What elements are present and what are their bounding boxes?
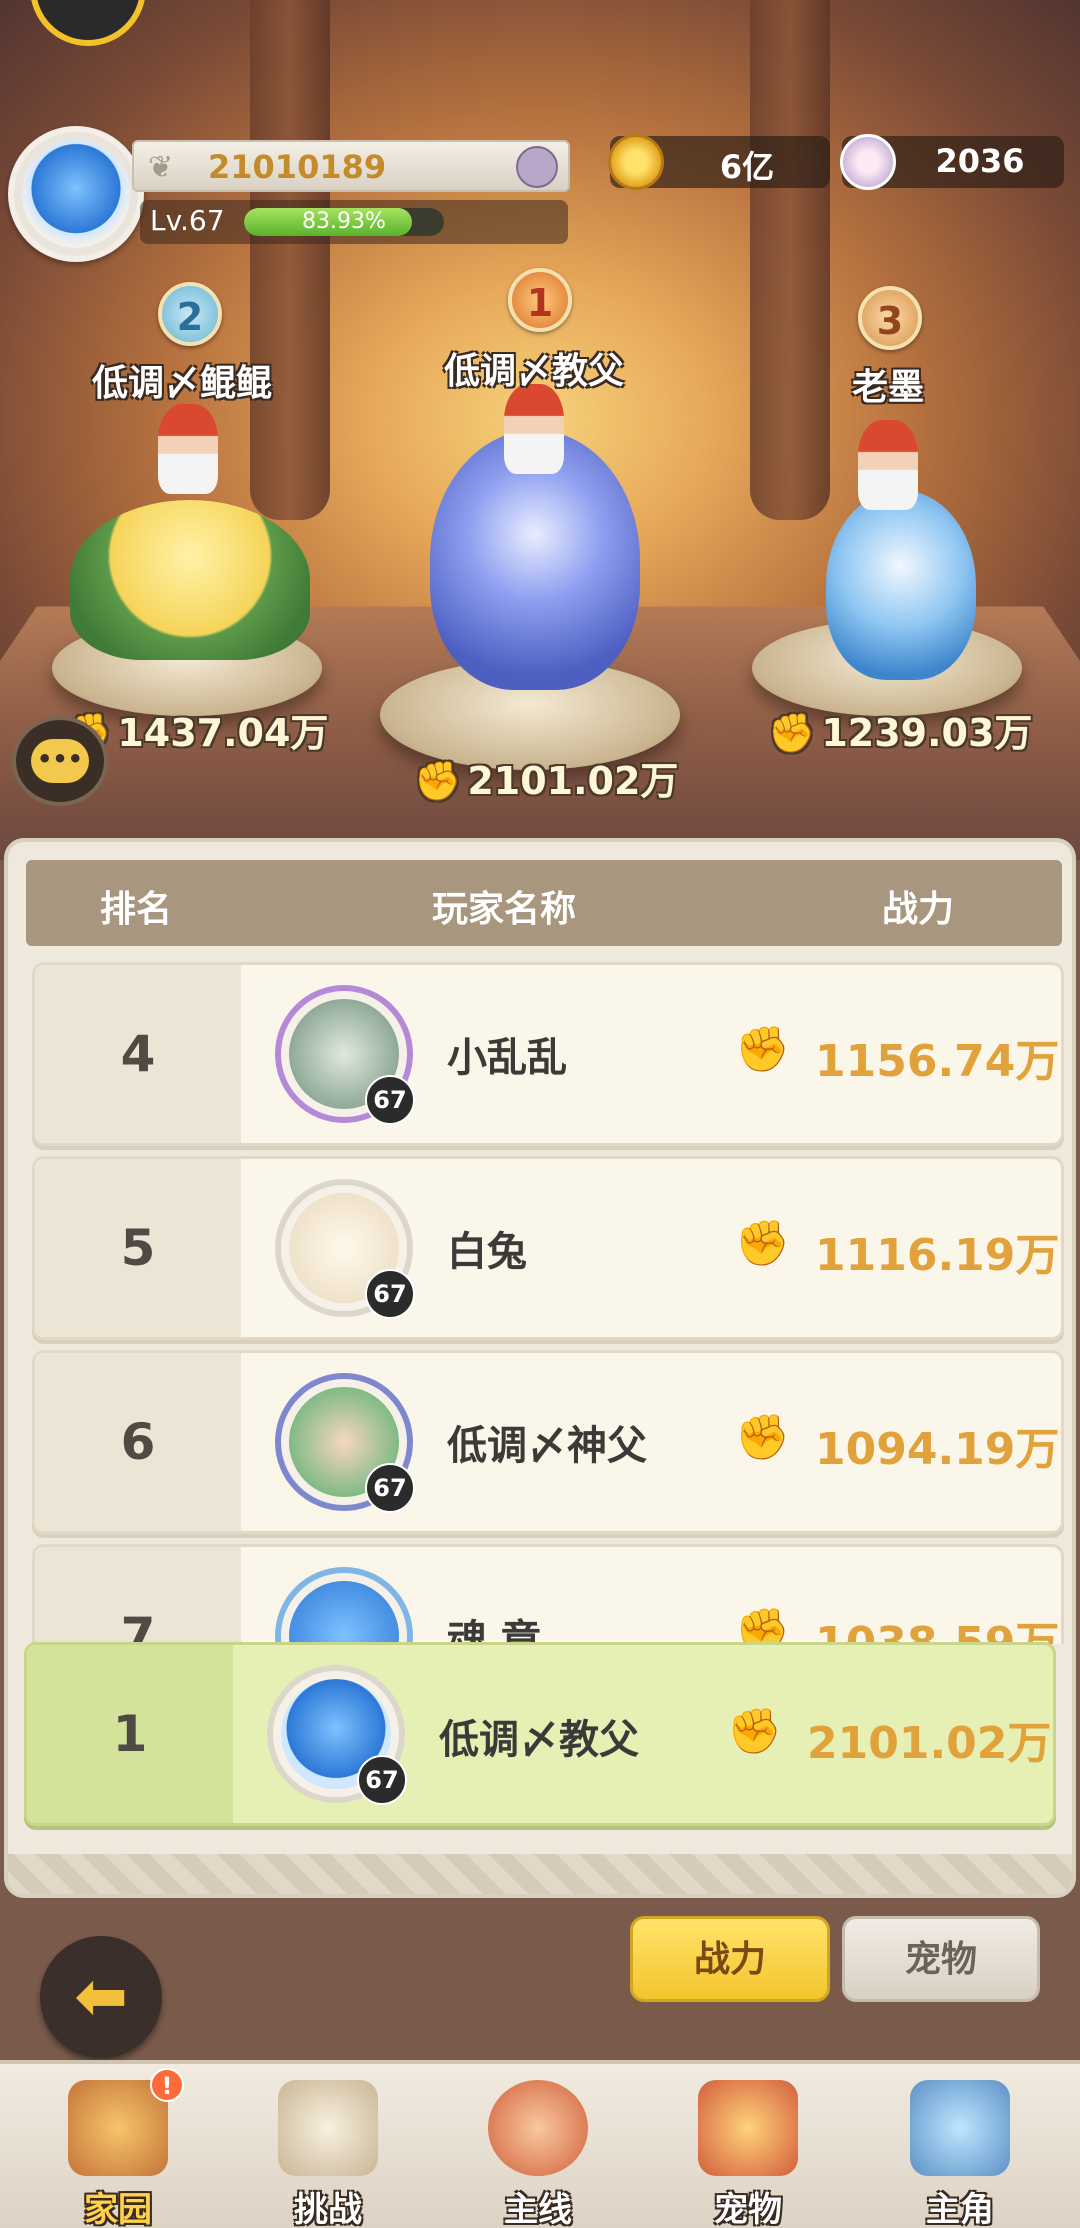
podium-name-1: 低调〆教父: [444, 351, 625, 392]
player-id: 21010189: [208, 148, 387, 186]
nav-home-label: 家园: [84, 2190, 152, 2228]
fist-icon: ✊: [735, 1024, 790, 1075]
nav-pet[interactable]: 宠物: [668, 2072, 828, 2228]
role-icon: [910, 2080, 1010, 2176]
player-power: 1156.74万: [815, 1036, 1060, 1087]
cave-pillar: [250, 0, 330, 520]
avatar-image: [289, 1581, 399, 1644]
table-row[interactable]: 4 67 小乱乱 ✊ 1156.74万: [32, 962, 1064, 1146]
gold-coin-icon: [608, 134, 664, 190]
pet-mount-2[interactable]: [70, 500, 310, 660]
tab-power[interactable]: 战力: [630, 1916, 830, 2002]
player-name: 小乱乱: [447, 1035, 567, 1081]
podium-power-1: ✊ 2101.02万: [414, 750, 678, 805]
fist-icon: ✊: [727, 1706, 782, 1757]
back-button[interactable]: ⬅: [40, 1936, 162, 2058]
player-character-1: [504, 384, 564, 474]
row-rank: 6: [35, 1353, 241, 1531]
level-label: Lv.67: [150, 204, 225, 237]
podium-power-3: ✊ 1239.03万: [768, 702, 1032, 757]
gold-value: 6亿: [719, 148, 775, 186]
nav-pet-label: 宠物: [714, 2190, 782, 2228]
notification-badge: !: [150, 2068, 184, 2102]
player-character-2: [158, 404, 218, 494]
chat-button[interactable]: •••: [12, 716, 108, 806]
my-rank: 1: [27, 1645, 233, 1823]
profile-avatar[interactable]: [8, 126, 144, 262]
nav-main-quest[interactable]: 主线: [458, 2072, 618, 2228]
nav-challenge-label: 挑战: [294, 2190, 362, 2228]
podium-name-3: 老墨: [852, 367, 925, 408]
nav-main-label: 主线: [504, 2190, 572, 2228]
table-header: 排名 玩家名称 战力: [26, 860, 1062, 946]
leaf-icon: ❦: [148, 150, 174, 185]
pet-icon: [698, 2080, 798, 2176]
shell-icon: [840, 134, 896, 190]
my-rank-row[interactable]: 1 67 低调〆教父 ✊ 2101.02万: [24, 1642, 1056, 1826]
table-row[interactable]: 6 67 低调〆神父 ✊ 1094.19万: [32, 1350, 1064, 1534]
guild-emblem-icon[interactable]: [516, 146, 558, 188]
rank-medal-1: 1: [508, 268, 572, 332]
player-character-3: [858, 420, 918, 510]
podium-power-value: 1239.03万: [821, 711, 1033, 755]
shell-value: 2036: [935, 142, 1025, 180]
exp-percent: 83.93%: [302, 209, 386, 234]
fist-icon: ✊: [735, 1412, 790, 1463]
nav-role[interactable]: 主角: [880, 2072, 1040, 2228]
pet-mount-3[interactable]: [826, 490, 976, 680]
my-power: 2101.02万: [807, 1718, 1052, 1769]
my-avatar[interactable]: 67: [267, 1665, 407, 1805]
bottom-nav: ! 家园 挑战 主线 宠物 主角: [0, 2060, 1080, 2228]
podium-name-2: 低调〆鲲鲲: [92, 363, 273, 404]
challenge-icon: [278, 2080, 378, 2176]
nav-role-label: 主角: [926, 2190, 994, 2228]
player-name: 白兔: [447, 1229, 527, 1275]
player-avatar[interactable]: 67: [275, 1567, 413, 1644]
player-avatar[interactable]: 67: [275, 985, 415, 1125]
player-name: 魂 章: [447, 1617, 541, 1644]
player-avatar[interactable]: 67: [275, 1373, 415, 1513]
player-id-bar: ❦ 21010189: [132, 140, 570, 192]
player-power: 1116.19万: [815, 1230, 1060, 1281]
arrow-left-icon: ⬅: [74, 1960, 128, 2034]
fist-icon: ✊: [768, 711, 816, 755]
player-power: 1038.59万: [815, 1618, 1060, 1644]
gold-currency[interactable]: 6亿: [608, 134, 830, 190]
avatar-level: 67: [365, 1075, 415, 1125]
panel-bottom-strip: [8, 1854, 1072, 1894]
ranking-list[interactable]: 4 67 小乱乱 ✊ 1156.74万 5 67 白兔 ✊ 1116.19万 6…: [26, 954, 1066, 1644]
cave-pillar: [750, 0, 830, 520]
row-rank: 4: [35, 965, 241, 1143]
player-power: 1094.19万: [815, 1424, 1060, 1475]
table-row[interactable]: 5 67 白兔 ✊ 1116.19万: [32, 1156, 1064, 1340]
player-avatar[interactable]: 67: [275, 1179, 415, 1319]
nav-challenge[interactable]: 挑战: [248, 2072, 408, 2228]
main-quest-icon: [488, 2080, 588, 2176]
rank-medal-2: 2: [158, 282, 222, 346]
header-power: 战力: [882, 889, 955, 930]
tab-pet[interactable]: 宠物: [842, 1916, 1040, 2002]
fist-icon: ✊: [735, 1606, 790, 1644]
player-name: 低调〆神父: [447, 1423, 647, 1469]
level-bar: Lv.67 83.93%: [140, 200, 568, 244]
avatar-level: 67: [365, 1463, 415, 1513]
row-rank: 5: [35, 1159, 241, 1337]
my-name: 低调〆教父: [439, 1717, 639, 1763]
rank-medal-3: 3: [858, 286, 922, 350]
chat-icon: •••: [31, 739, 89, 783]
podium-power-value: 2101.02万: [467, 759, 679, 803]
header-rank: 排名: [100, 889, 173, 930]
avatar-level: 67: [365, 1269, 415, 1319]
whale-avatar-image: [22, 140, 130, 248]
avatar-level: 67: [357, 1755, 407, 1805]
row-rank: 7: [35, 1547, 241, 1644]
table-row[interactable]: 7 67 魂 章 ✊ 1038.59万: [32, 1544, 1064, 1644]
shell-currency[interactable]: 2036: [840, 134, 1064, 190]
podium-power-value: 1437.04万: [117, 711, 329, 755]
header-name: 玩家名称: [432, 889, 577, 930]
nav-home[interactable]: ! 家园: [38, 2068, 198, 2228]
fist-icon: ✊: [735, 1218, 790, 1269]
fist-icon: ✊: [414, 759, 462, 803]
